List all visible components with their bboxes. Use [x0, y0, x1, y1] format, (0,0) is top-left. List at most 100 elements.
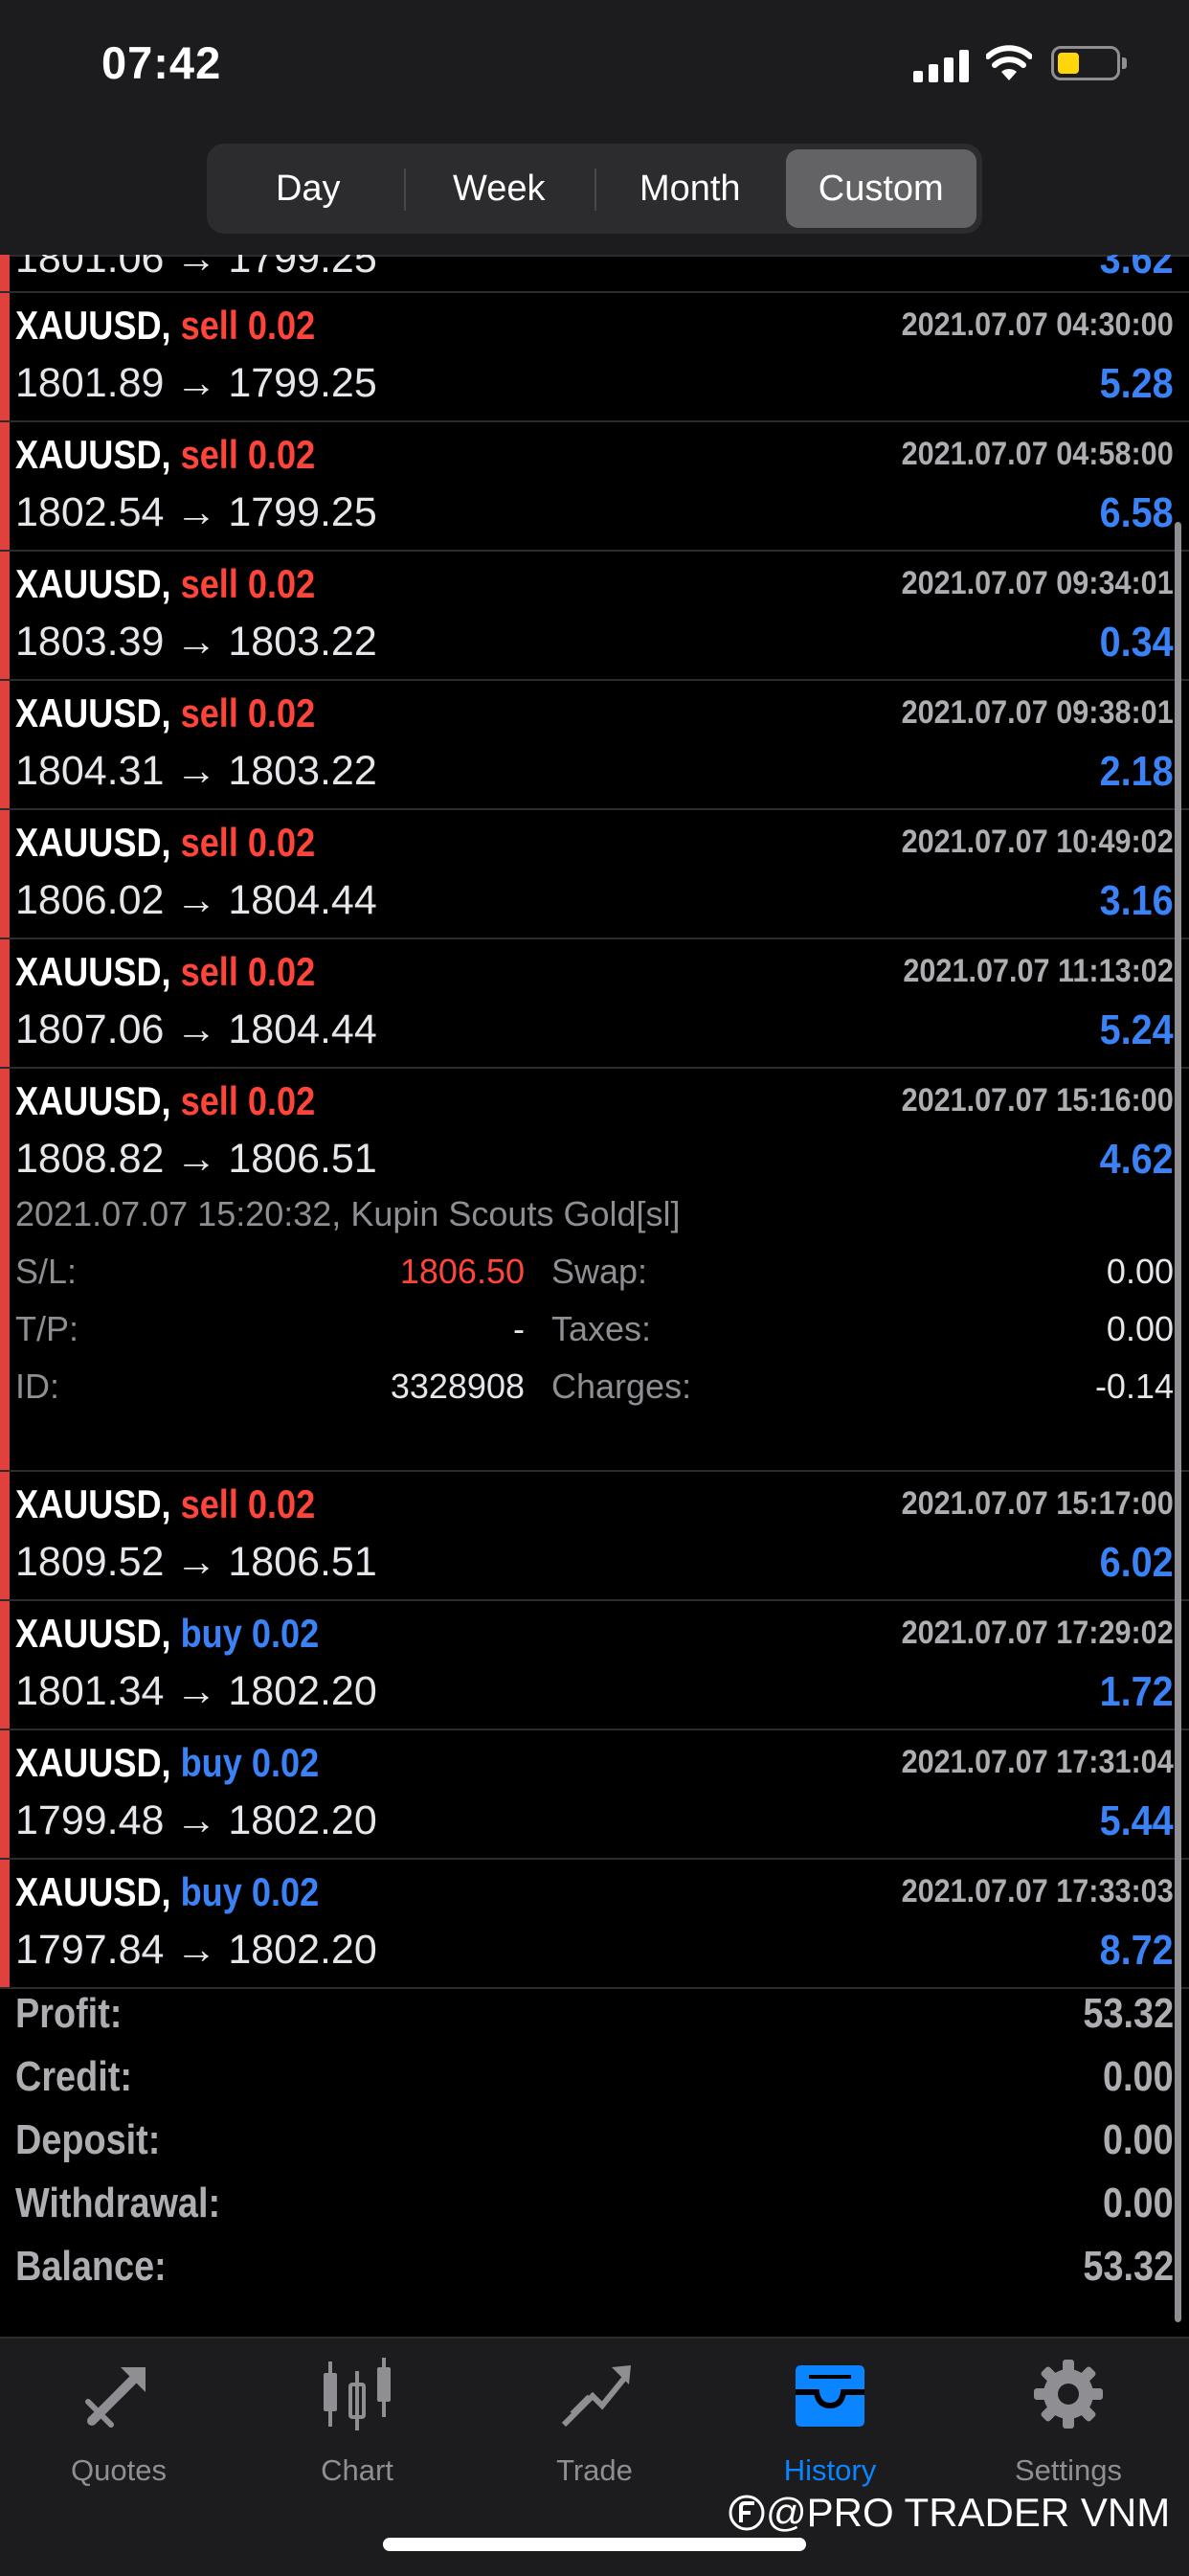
- deal-row[interactable]: XAUUSD, buy 0.02 2021.07.07 17:31:04 179…: [0, 1730, 1189, 1860]
- deal-comment: 2021.07.07 15:20:32, Kupin Scouts Gold[s…: [15, 1194, 681, 1233]
- deal-prices: 1797.84 → 1802.20: [15, 1927, 377, 1973]
- summary-label: Profit:: [15, 1990, 123, 2037]
- summary-balance: Balance: 53.32: [0, 2239, 1189, 2302]
- sl-label: S/L:: [15, 1252, 78, 1291]
- tp-value: -: [513, 1309, 525, 1348]
- taxes-label: Taxes:: [551, 1309, 652, 1348]
- history-summary: Profit: 53.32 Credit: 0.00 Deposit: 0.00…: [0, 1986, 1189, 2302]
- deal-symbol: XAUUSD,: [15, 820, 171, 865]
- tab-quotes[interactable]: Quotes: [23, 2354, 214, 2488]
- id-value: 3328908: [390, 1367, 525, 1406]
- deal-row[interactable]: 1801.06 → 1799.25 3.62: [0, 255, 1189, 293]
- deal-symbol: XAUUSD,: [15, 432, 171, 477]
- tab-label: Settings: [1014, 2453, 1122, 2487]
- deal-profit: 6.02: [1099, 1539, 1174, 1586]
- summary-label: Balance:: [15, 2243, 167, 2290]
- home-indicator[interactable]: [383, 2538, 806, 2551]
- summary-label: Withdrawal:: [15, 2180, 221, 2226]
- period-segmented-control: Day Week Month Custom: [207, 144, 982, 234]
- summary-value: 53.32: [1083, 2243, 1174, 2290]
- tab-chart[interactable]: Chart: [261, 2354, 453, 2488]
- deal-datetime: 2021.07.07 04:58:00: [901, 436, 1174, 472]
- deal-profit: 5.44: [1099, 1797, 1174, 1844]
- deal-prices: 1802.54 → 1799.25: [15, 489, 377, 535]
- deal-side-volume: buy 0.02: [180, 1869, 320, 1914]
- deal-profit: 6.58: [1099, 489, 1174, 536]
- taxes-value: 0.00: [1106, 1309, 1174, 1348]
- deal-symbol: XAUUSD,: [15, 1611, 171, 1656]
- watermark-text: @PRO TRADER VNM: [766, 2490, 1171, 2535]
- deal-side-volume: sell 0.02: [180, 820, 316, 865]
- deal-row[interactable]: XAUUSD, sell 0.02 2021.07.07 11:13:02 18…: [0, 939, 1189, 1069]
- deal-prices: 1801.89 → 1799.25: [15, 360, 377, 406]
- deal-profit: 1.72: [1099, 1668, 1174, 1715]
- tab-label: Quotes: [71, 2453, 167, 2487]
- sl-value: 1806.50: [399, 1252, 525, 1291]
- deal-prices: 1809.52 → 1806.51: [15, 1539, 377, 1585]
- tab-history[interactable]: History: [734, 2354, 926, 2488]
- deal-profit: 5.28: [1099, 360, 1174, 407]
- deal-prices: 1804.31 → 1803.22: [15, 748, 377, 794]
- deal-row[interactable]: XAUUSD, sell 0.02 2021.07.07 10:49:02 18…: [0, 810, 1189, 939]
- deal-symbol: XAUUSD,: [15, 949, 171, 994]
- deal-row[interactable]: XAUUSD, sell 0.02 2021.07.07 15:17:00 18…: [0, 1472, 1189, 1601]
- chart-icon: [324, 2358, 391, 2430]
- quotes-icon: [85, 2367, 146, 2428]
- deal-side-volume: sell 0.02: [180, 949, 316, 994]
- deal-side-volume: sell 0.02: [180, 432, 316, 477]
- swap-label: Swap:: [551, 1252, 648, 1291]
- summary-value: 0.00: [1103, 2053, 1174, 2100]
- deal-datetime: 2021.07.07 15:16:00: [901, 1082, 1174, 1119]
- deal-row[interactable]: XAUUSD, buy 0.02 2021.07.07 17:29:02 180…: [0, 1601, 1189, 1730]
- id-label: ID:: [15, 1367, 60, 1406]
- deal-row[interactable]: XAUUSD, sell 0.02 2021.07.07 04:30:00 18…: [0, 293, 1189, 422]
- deal-row[interactable]: XAUUSD, sell 0.02 2021.07.07 04:58:00 18…: [0, 422, 1189, 552]
- tab-settings[interactable]: Settings: [973, 2354, 1164, 2488]
- summary-label: Credit:: [15, 2053, 132, 2100]
- tab-label: Trade: [556, 2453, 633, 2487]
- cellular-signal-icon: [913, 50, 969, 82]
- deal-row[interactable]: XAUUSD, sell 0.02 2021.07.07 09:34:01 18…: [0, 552, 1189, 681]
- deal-datetime: 2021.07.07 09:34:01: [901, 565, 1174, 601]
- scrollbar[interactable]: [1175, 522, 1181, 2322]
- deal-datetime: 2021.07.07 09:38:01: [901, 694, 1174, 731]
- deal-prices: 1807.06 → 1804.44: [15, 1006, 377, 1052]
- period-month[interactable]: Month: [594, 149, 786, 228]
- deal-symbol: XAUUSD,: [15, 690, 171, 735]
- deal-symbol: XAUUSD,: [15, 1869, 171, 1914]
- tp-label: T/P:: [15, 1309, 79, 1348]
- summary-withdrawal: Withdrawal: 0.00: [0, 2176, 1189, 2239]
- tab-trade[interactable]: Trade: [499, 2354, 690, 2488]
- deal-profit: 4.62: [1099, 1136, 1174, 1183]
- deal-symbol: XAUUSD,: [15, 1481, 171, 1526]
- deal-prices: 1803.39 → 1803.22: [15, 619, 377, 665]
- deal-profit: 2.18: [1099, 748, 1174, 795]
- summary-credit: Credit: 0.00: [0, 2049, 1189, 2113]
- period-custom[interactable]: Custom: [785, 149, 976, 228]
- period-day[interactable]: Day: [213, 149, 404, 228]
- summary-value: 0.00: [1103, 2116, 1174, 2163]
- history-icon: [796, 2365, 864, 2427]
- deal-profit: 3.16: [1099, 877, 1174, 924]
- summary-profit: Profit: 53.32: [0, 1986, 1189, 2049]
- deal-row-expanded[interactable]: XAUUSD, sell 0.02 2021.07.07 15:16:00 18…: [0, 1069, 1189, 1198]
- deal-datetime: 2021.07.07 17:33:03: [901, 1873, 1174, 1909]
- charges-label: Charges:: [551, 1367, 692, 1406]
- deal-side-volume: buy 0.02: [180, 1611, 320, 1656]
- trade-icon: [561, 2365, 631, 2428]
- period-week[interactable]: Week: [403, 149, 595, 228]
- deal-side-volume: sell 0.02: [180, 561, 316, 606]
- deal-datetime: 2021.07.07 15:17:00: [901, 1485, 1174, 1522]
- deal-side-volume: sell 0.02: [180, 1481, 316, 1526]
- deal-details: 2021.07.07 15:20:32, Kupin Scouts Gold[s…: [0, 1194, 1189, 1472]
- deal-side-volume: sell 0.02: [180, 1078, 316, 1123]
- deal-row[interactable]: XAUUSD, sell 0.02 2021.07.07 09:38:01 18…: [0, 681, 1189, 810]
- deal-symbol: XAUUSD,: [15, 303, 171, 348]
- deal-side-volume: buy 0.02: [180, 1740, 320, 1785]
- deal-row[interactable]: XAUUSD, buy 0.02 2021.07.07 17:33:03 179…: [0, 1860, 1189, 1989]
- deal-prices: 1806.02 → 1804.44: [15, 877, 377, 923]
- deal-datetime: 2021.07.07 11:13:02: [903, 953, 1174, 989]
- deal-profit: 3.62: [1099, 255, 1174, 282]
- deal-prices: 1801.34 → 1802.20: [15, 1668, 377, 1714]
- summary-label: Deposit:: [15, 2116, 161, 2163]
